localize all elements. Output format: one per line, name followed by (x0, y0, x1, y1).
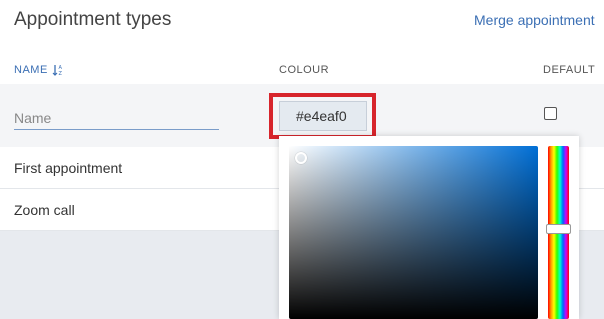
default-checkbox[interactable] (544, 107, 557, 120)
sort-alpha-icon[interactable]: A Z (52, 64, 64, 77)
row-name: First appointment (14, 160, 123, 176)
colour-picker-popup (279, 136, 579, 319)
page-title: Appointment types (14, 9, 172, 30)
saturation-value-handle[interactable] (295, 152, 307, 164)
saturation-value-area[interactable] (289, 146, 538, 319)
row-name: Zoom call (14, 202, 75, 218)
merge-appointment-link[interactable]: Merge appointment (474, 12, 595, 28)
column-header-name[interactable]: NAME A Z (14, 64, 64, 77)
column-header-default: DEFAULT (543, 64, 596, 76)
svg-text:Z: Z (58, 71, 62, 76)
name-input[interactable] (14, 106, 219, 130)
colour-input[interactable] (279, 101, 367, 131)
column-header-name-label: NAME (14, 64, 48, 76)
hue-slider-handle[interactable] (546, 224, 571, 234)
column-header-colour: COLOUR (279, 64, 330, 76)
